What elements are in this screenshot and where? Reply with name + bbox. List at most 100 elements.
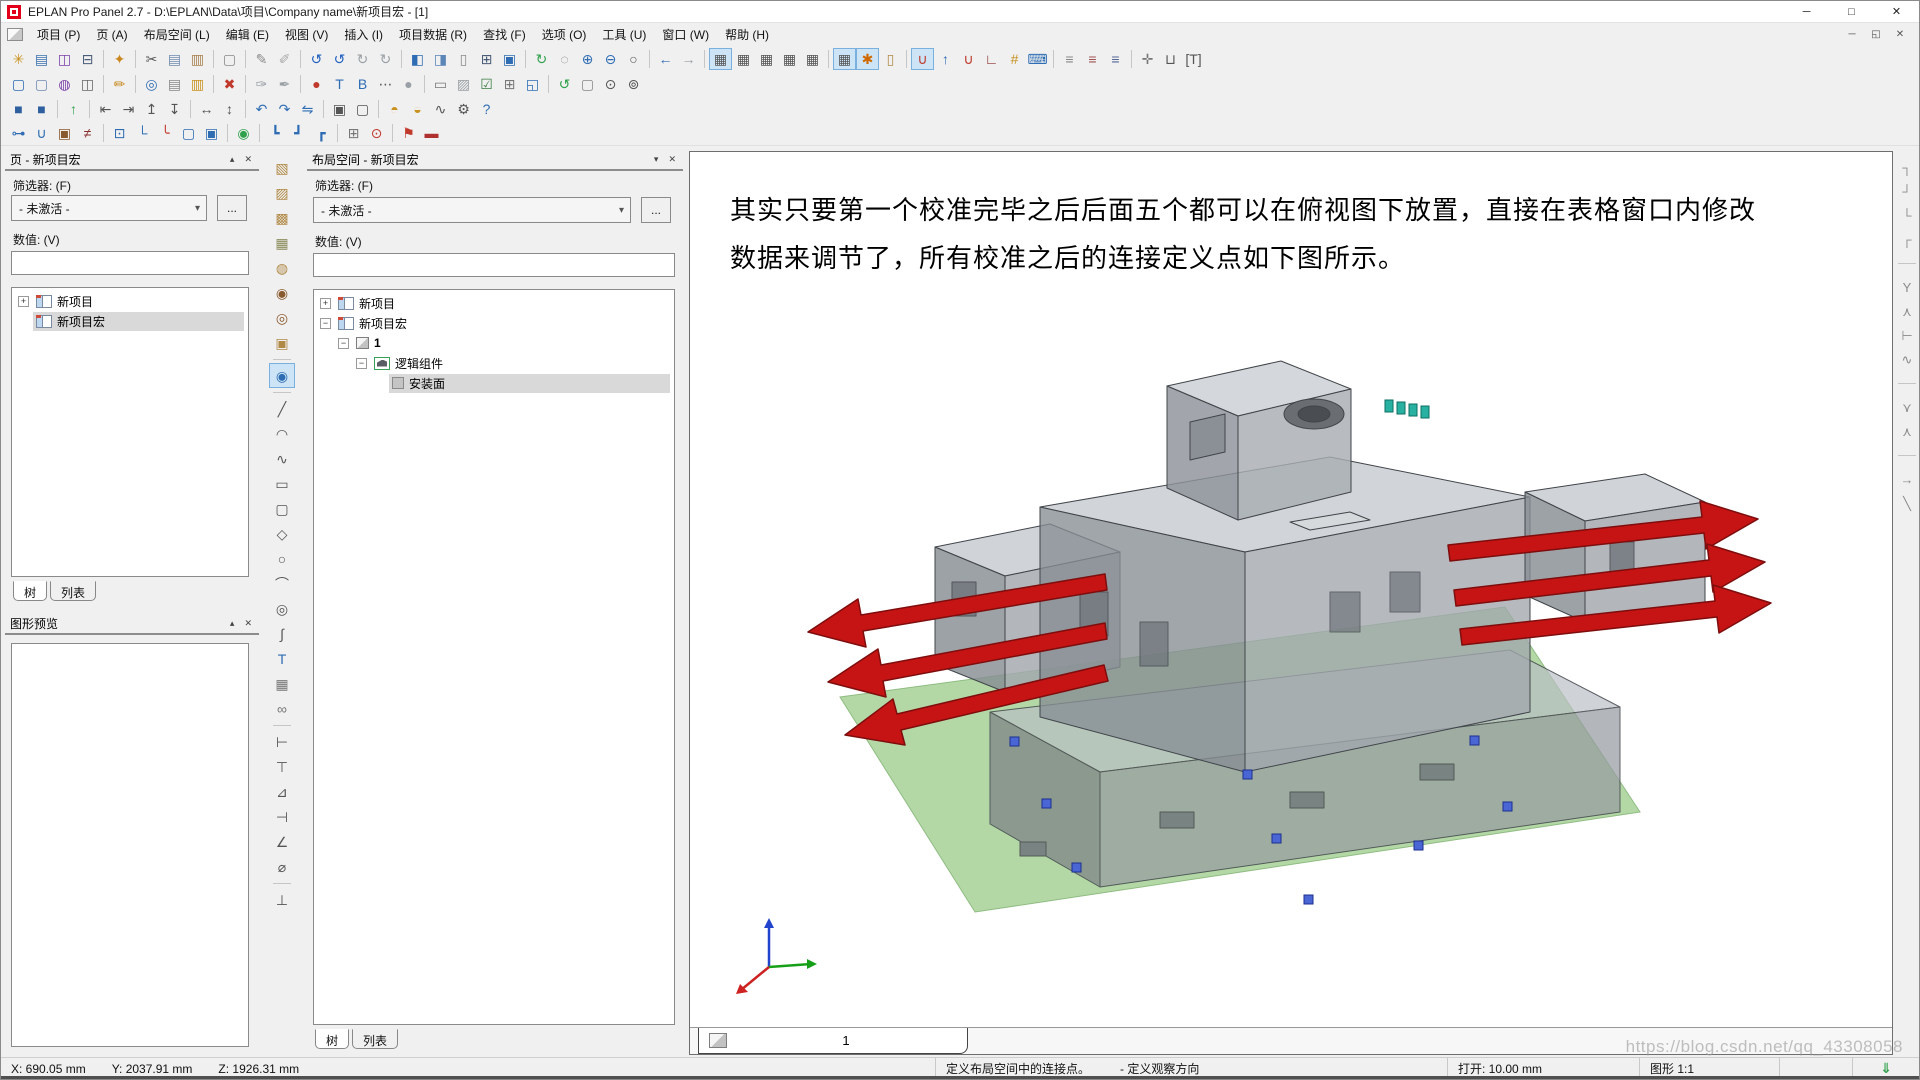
tree-expander[interactable]: − (320, 318, 331, 329)
filter-dropdown[interactable]: - 未激活 - ▾ (11, 195, 207, 221)
zoom-all-icon[interactable]: ○ (622, 48, 645, 70)
corner-gear-icon[interactable]: ⊡ (108, 122, 131, 144)
toolbar-icon[interactable] (53, 98, 62, 120)
filter-dropdown[interactable]: - 未激活 - ▾ (313, 197, 631, 223)
minimize-button[interactable]: ─ (1784, 1, 1829, 22)
align-left-icon[interactable]: ⇤ (94, 98, 117, 120)
3d-viewport[interactable]: 其实只要第一个校准完毕之后后面五个都可以在俯视图下放置，直接在表格窗口内修改 数… (689, 151, 1893, 1055)
box-3d-alt-icon[interactable]: ▨ (269, 180, 295, 205)
toolbar-icon[interactable] (99, 48, 108, 70)
grid-page-icon[interactable]: ⊞ (498, 73, 521, 95)
toolbar-icon[interactable] (241, 98, 250, 120)
rotate-view-icon[interactable]: ↺ (553, 73, 576, 95)
filter-browse-button[interactable]: ... (641, 197, 671, 223)
filter-browse-button[interactable]: ... (217, 195, 247, 221)
menu-item[interactable]: 项目 (P) (29, 23, 88, 46)
copy-pages-icon[interactable]: ▤ (163, 73, 186, 95)
menu-item[interactable]: 选项 (O) (534, 23, 595, 46)
undo-icon[interactable]: ↺ (305, 48, 328, 70)
box-3d-icon[interactable]: ▧ (269, 155, 295, 180)
panel-tab[interactable]: 树 (315, 1029, 349, 1049)
bold-style-icon[interactable]: B (351, 73, 374, 95)
distribute-v-icon[interactable]: ↕ (218, 98, 241, 120)
tree-item[interactable]: − 逻辑组件 (314, 353, 674, 373)
toolbar-icon[interactable] (85, 98, 94, 120)
fill-blue-alt-icon[interactable]: ■ (30, 98, 53, 120)
cut-icon[interactable]: ✂ (140, 48, 163, 70)
ruler-icon[interactable]: ▯ (879, 48, 902, 70)
new-project-icon[interactable]: ✳ (7, 48, 30, 70)
dim-diameter-icon[interactable]: ⌀ (269, 854, 295, 879)
text-block-icon[interactable]: [T] (1182, 48, 1205, 70)
spline-tool-icon[interactable]: ∫ (269, 621, 295, 646)
corner-right-down-icon[interactable]: ┐ (1896, 155, 1918, 179)
toolbar-icon[interactable] (131, 73, 140, 95)
image-page-icon[interactable]: ▨ (452, 73, 475, 95)
group-icon[interactable]: ▣ (328, 98, 351, 120)
layout-space-manage-icon[interactable]: ◍ (53, 73, 76, 95)
toolbar-icon[interactable] (1896, 443, 1918, 467)
arc-tool-icon[interactable]: ◠ (269, 421, 295, 446)
junction-down-icon[interactable]: ⋎ (1896, 395, 1918, 419)
corner-vertical-icon[interactable]: └ (131, 122, 154, 144)
to-back-icon[interactable]: ◒ (406, 98, 429, 120)
table-edit-icon[interactable]: ◨ (429, 48, 452, 70)
toolbar-icon[interactable] (388, 122, 397, 144)
fill-blue-icon[interactable]: ■ (7, 98, 30, 120)
toolbar-icon[interactable] (255, 122, 264, 144)
text-style-icon[interactable]: T (328, 73, 351, 95)
location-pin-icon[interactable]: ◉ (232, 122, 255, 144)
mdi-restore-button[interactable]: ◱ (1865, 25, 1887, 43)
toolbar-icon[interactable] (824, 48, 833, 70)
grid-e-icon[interactable]: ▦ (801, 48, 824, 70)
frame-t-icon[interactable]: ▣ (200, 122, 223, 144)
tree-item[interactable]: − 1 (314, 333, 674, 353)
open-layout-space-icon[interactable]: ▢ (30, 73, 53, 95)
layout-space-tab[interactable]: 1 (698, 1028, 968, 1054)
menu-item[interactable]: 项目数据 (R) (391, 23, 475, 46)
ellipse-tool-icon[interactable]: ◎ (269, 596, 295, 621)
menu-item[interactable]: 查找 (F) (475, 23, 534, 46)
panel-tab[interactable]: 列表 (50, 581, 96, 601)
paste-pages-icon[interactable]: ▥ (186, 73, 209, 95)
toolbar-icon[interactable] (902, 48, 911, 70)
toolbar-icon[interactable] (223, 122, 232, 144)
panel-collapse-icon[interactable]: ▴ (230, 154, 235, 165)
angle-snap-icon[interactable]: ∟ (980, 48, 1003, 70)
toolbar-icon[interactable] (1049, 48, 1058, 70)
page-link-icon[interactable]: ▭ (429, 73, 452, 95)
layer-manage-icon[interactable]: ≡ (1104, 48, 1127, 70)
arrow-connection-icon[interactable]: → (1896, 467, 1918, 491)
grid-b-icon[interactable]: ▦ (732, 48, 755, 70)
menu-item[interactable]: 插入 (I) (336, 23, 391, 46)
align-right-icon[interactable]: ⇥ (117, 98, 140, 120)
connection-point-tool-icon[interactable]: ◉ (269, 363, 295, 388)
mirror-icon[interactable]: ⇋ (296, 98, 319, 120)
zoom-free-icon[interactable]: ⊚ (622, 73, 645, 95)
check-table-icon[interactable]: ☑ (475, 73, 498, 95)
keyboard-icon[interactable]: ⌨ (1026, 48, 1049, 70)
tree-expander[interactable]: − (338, 338, 349, 349)
arc-3pt-tool-icon[interactable]: ⌒ (269, 571, 295, 596)
to-front-icon[interactable]: ◓ (383, 98, 406, 120)
copy-icon[interactable]: ▤ (163, 48, 186, 70)
rect-tool-icon[interactable]: ▭ (269, 471, 295, 496)
record-point-icon[interactable]: ● (305, 73, 328, 95)
polygon-tool-icon[interactable]: ◇ (269, 521, 295, 546)
junction-up-icon[interactable]: ⋏ (1896, 419, 1918, 443)
grid-d-icon[interactable]: ▦ (778, 48, 801, 70)
toolbar-icon[interactable] (271, 388, 293, 396)
ungroup-icon[interactable]: ▢ (351, 98, 374, 120)
binoculars-find-icon[interactable]: ◎ (140, 73, 163, 95)
toolbar-icon[interactable] (1896, 371, 1918, 395)
pin-green-icon[interactable]: ↑ (62, 98, 85, 120)
options-icon[interactable]: ⚙ (452, 98, 475, 120)
distribute-h-icon[interactable]: ↔ (195, 98, 218, 120)
layout-copy-icon[interactable]: ◫ (76, 73, 99, 95)
toolbar-icon[interactable] (99, 73, 108, 95)
tree-item[interactable]: 新项目宏 (12, 311, 248, 331)
s-bend-icon[interactable]: ∿ (1896, 347, 1918, 371)
zoom-window-icon[interactable]: ◌ (553, 48, 576, 70)
shopping-cart-icon[interactable]: ⊔ (1159, 48, 1182, 70)
style-more-icon[interactable]: ⋯ (374, 73, 397, 95)
